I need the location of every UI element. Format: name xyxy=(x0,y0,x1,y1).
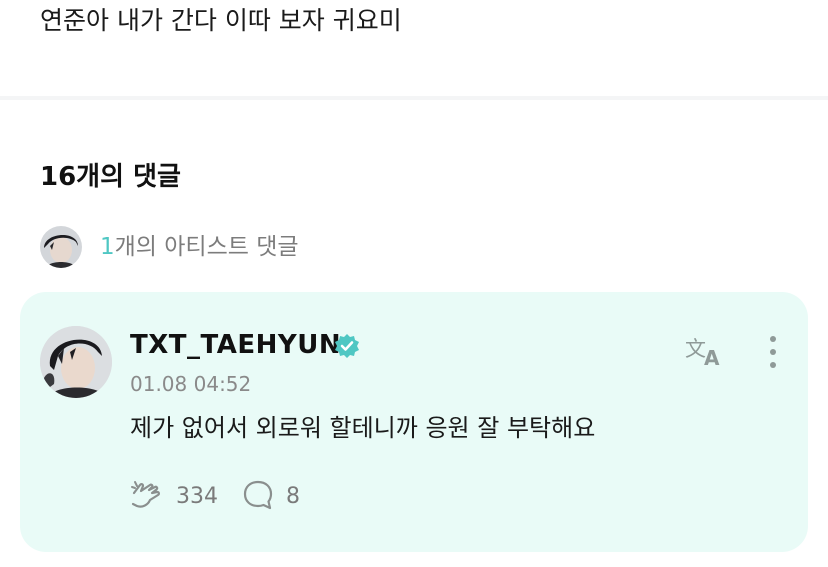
comment-count-title: 16개의 댓글 xyxy=(40,162,181,192)
reply-button[interactable]: 8 xyxy=(242,479,300,515)
svg-text:文: 文 xyxy=(685,337,706,361)
artist-comments-count: 1 xyxy=(100,234,115,260)
like-count: 334 xyxy=(176,484,218,509)
translate-icon[interactable]: 文 A xyxy=(684,334,728,370)
reply-count: 8 xyxy=(286,484,300,509)
author-avatar[interactable] xyxy=(40,326,112,398)
cheer-hands-icon xyxy=(130,479,164,515)
speech-bubble-icon xyxy=(242,479,274,515)
artist-comments-text: 1개의 아티스트 댓글 xyxy=(100,232,299,262)
svg-text:A: A xyxy=(704,346,720,370)
section-divider xyxy=(0,96,828,100)
comment-actions: 334 8 xyxy=(130,479,300,515)
comment-text: 제가 없어서 외로워 할테니까 응원 잘 부탁해요 xyxy=(130,414,596,442)
more-vertical-icon[interactable] xyxy=(760,332,786,372)
artist-comments-label: 개의 아티스트 댓글 xyxy=(114,234,299,260)
author-name[interactable]: TXT_TAEHYUN xyxy=(130,328,341,362)
like-button[interactable]: 334 xyxy=(130,479,218,515)
comment-card: TXT_TAEHYUN 01.08 04:52 제가 없어서 외로워 할테니까 … xyxy=(20,292,808,552)
verified-badge-icon xyxy=(334,333,360,359)
artist-comments-row[interactable]: 1개의 아티스트 댓글 xyxy=(40,226,299,268)
artist-avatar-small xyxy=(40,226,82,268)
post-text: 연준아 내가 간다 이따 보자 귀요미 xyxy=(40,6,402,35)
comment-timestamp: 01.08 04:52 xyxy=(130,372,252,396)
